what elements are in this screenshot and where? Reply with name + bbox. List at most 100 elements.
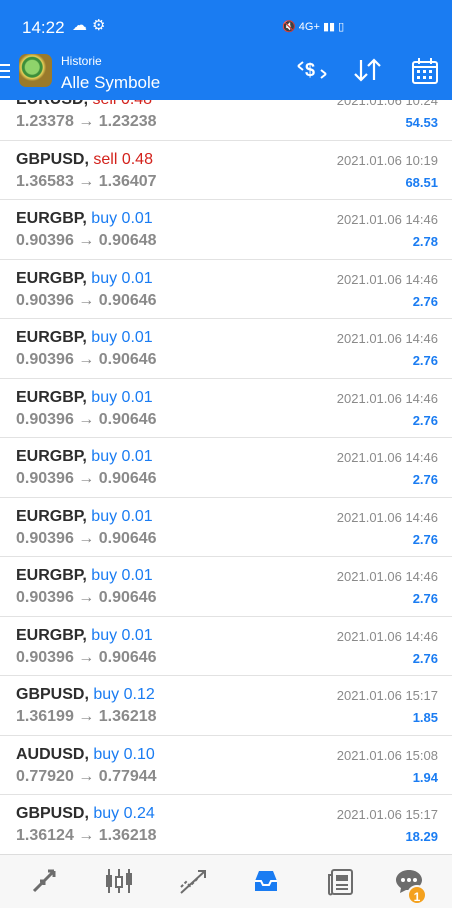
arrow-right-icon: → — [73, 351, 99, 368]
symbol-name: EURUSD, — [16, 100, 88, 108]
close-price: 0.90646 — [98, 648, 157, 666]
news-icon[interactable] — [314, 855, 364, 908]
page-title[interactable]: Alle Symbole — [61, 73, 160, 93]
open-price: 0.90396 — [16, 291, 74, 309]
bottom-navigation: 1 — [0, 854, 452, 908]
side-label: buy — [93, 686, 120, 703]
trade-symbol: EURGBP, buy 0.01 — [16, 329, 153, 347]
trade-side: sell 0.48 — [92, 100, 152, 108]
open-price: 0.77920 — [16, 767, 74, 785]
side-label: buy — [91, 567, 118, 584]
arrow-right-icon: → — [73, 113, 99, 130]
trade-prices: 0.90396 → 0.90646 — [16, 649, 157, 667]
mute-icon: 🔇 — [282, 21, 296, 33]
cloud-icon: ☁ — [72, 17, 87, 34]
volume: 0.24 — [123, 805, 155, 822]
volume: 0.01 — [121, 269, 153, 287]
close-price: 0.90646 — [98, 291, 157, 309]
trade-symbol: EURGBP, buy 0.01 — [16, 508, 153, 526]
trade-profit: 2.76 — [412, 412, 438, 428]
open-price: 0.90396 — [16, 232, 74, 249]
side-label: sell — [92, 100, 116, 108]
trade-side: buy 0.24 — [93, 805, 154, 822]
trade-profit: 2.78 — [412, 234, 438, 249]
close-price: 0.90646 — [98, 351, 157, 368]
network-label: 4G+ — [298, 21, 320, 33]
trade-side: buy 0.01 — [91, 567, 152, 584]
arrow-right-icon: → — [73, 648, 99, 666]
volume: 0.10 — [123, 745, 155, 763]
symbol-name: AUDUSD, — [16, 745, 89, 763]
side-label: buy — [91, 448, 118, 465]
trade-symbol: EURGBP, buy 0.01 — [16, 389, 153, 407]
symbol-name: EURGBP, — [16, 210, 87, 227]
trade-time: 2021.01.06 14:46 — [336, 628, 438, 644]
open-price: 0.90396 — [16, 470, 74, 487]
open-price: 1.36583 — [16, 172, 74, 190]
trade-time: 2021.01.06 14:46 — [336, 212, 438, 227]
trade-symbol: EURGBP, buy 0.01 — [16, 567, 153, 585]
close-price: 1.36407 — [98, 172, 157, 190]
trade-profit: 2.76 — [412, 531, 438, 547]
open-price: 1.23378 — [16, 113, 74, 130]
side-label: buy — [91, 269, 118, 287]
arrow-right-icon: → — [73, 470, 99, 487]
trade-time: 2021.01.06 14:46 — [336, 509, 438, 525]
trade-symbol: GBPUSD, buy 0.12 — [16, 686, 155, 704]
trade-row[interactable]: AUDUSD, buy 0.10 0.77920 → 0.77944 2021.01… — [0, 736, 452, 795]
arrow-right-icon: → — [73, 232, 99, 249]
trade-prices: 1.36199 → 1.36218 — [16, 708, 157, 726]
trade-row[interactable]: EURGBP, buy 0.01 0.90396 → 0.90646 2021.01… — [0, 617, 452, 676]
symbol-name: EURGBP, — [16, 388, 87, 406]
quotes-icon[interactable] — [18, 855, 68, 908]
trade-row[interactable]: EURGBP, buy 0.01 0.90396 → 0.90646 2021.01… — [0, 260, 452, 319]
sort-icon[interactable] — [352, 56, 384, 86]
trade-row[interactable]: GBPUSD, sell 0.48 1.36583 → 1.36407 2021.0… — [0, 141, 452, 200]
calendar-icon[interactable] — [409, 56, 441, 86]
symbol-name: GBPUSD, — [16, 150, 89, 168]
trade-row[interactable]: EURGBP, buy 0.01 0.90396 → 0.90648 2021.01… — [0, 200, 452, 260]
trade-time: 2021.01.06 15:17 — [336, 807, 438, 822]
trade-profit: 1.85 — [412, 710, 438, 725]
battery-icon: ▯ — [338, 21, 345, 33]
history-list[interactable]: EURUSD, sell 0.48 1.23378 → 1.23238 2021.0… — [0, 100, 452, 854]
symbol-name: EURGBP, — [16, 567, 87, 584]
trade-row[interactable]: GBPUSD, buy 0.24 1.36124 → 1.36218 2021.01… — [0, 795, 452, 854]
history-icon[interactable] — [240, 855, 290, 908]
menu-icon[interactable] — [0, 64, 10, 78]
trade-prices: 0.90396 → 0.90646 — [16, 589, 157, 607]
close-price: 0.90646 — [98, 470, 157, 487]
trade-prices: 0.77920 → 0.77944 — [16, 768, 157, 786]
trade-row[interactable]: EURUSD, sell 0.48 1.23378 → 1.23238 2021.0… — [0, 100, 452, 141]
history-rows: EURUSD, sell 0.48 1.23378 → 1.23238 2021.0… — [0, 100, 452, 854]
signal-area: 🔇 4G+ ▮▮ ▯ — [282, 20, 344, 33]
chart-icon[interactable] — [92, 855, 142, 908]
trade-symbol: GBPUSD, sell 0.48 — [16, 151, 153, 169]
trade-icon[interactable] — [166, 855, 216, 908]
trade-side: buy 0.01 — [91, 448, 152, 465]
currency-swap-icon[interactable]: $ — [294, 56, 330, 86]
trade-row[interactable]: EURGBP, buy 0.01 0.90396 → 0.90646 2021.01… — [0, 498, 452, 557]
side-label: buy — [91, 388, 118, 406]
trade-row[interactable]: EURGBP, buy 0.01 0.90396 → 0.90646 2021.01… — [0, 319, 452, 379]
trade-symbol: AUDUSD, buy 0.10 — [16, 746, 155, 764]
trade-row[interactable]: EURGBP, buy 0.01 0.90396 → 0.90646 2021.01… — [0, 379, 452, 438]
trade-profit: 68.51 — [405, 174, 438, 190]
trade-profit: 18.29 — [405, 829, 438, 844]
trade-time: 2021.01.06 10:24 — [336, 100, 438, 108]
trade-symbol: EURGBP, buy 0.01 — [16, 270, 153, 288]
trade-prices: 1.36583 → 1.36407 — [16, 173, 157, 191]
trade-row[interactable]: EURGBP, buy 0.01 0.90396 → 0.90646 2021.01… — [0, 557, 452, 617]
trade-row[interactable]: GBPUSD, buy 0.12 1.36199 → 1.36218 2021.01… — [0, 676, 452, 736]
side-label: buy — [93, 805, 120, 822]
page-subtitle: Historie — [61, 54, 102, 68]
trade-row[interactable]: EURGBP, buy 0.01 0.90396 → 0.90646 2021.01… — [0, 438, 452, 498]
trade-time: 2021.01.06 14:46 — [336, 450, 438, 465]
symbol-name: EURGBP, — [16, 507, 87, 525]
volume: 0.48 — [121, 100, 152, 108]
trade-time: 2021.01.06 15:17 — [336, 688, 438, 703]
trade-profit: 2.76 — [412, 472, 438, 487]
side-label: buy — [91, 626, 118, 644]
trade-profit: 54.53 — [405, 115, 438, 130]
trade-profit: 2.76 — [412, 353, 438, 368]
